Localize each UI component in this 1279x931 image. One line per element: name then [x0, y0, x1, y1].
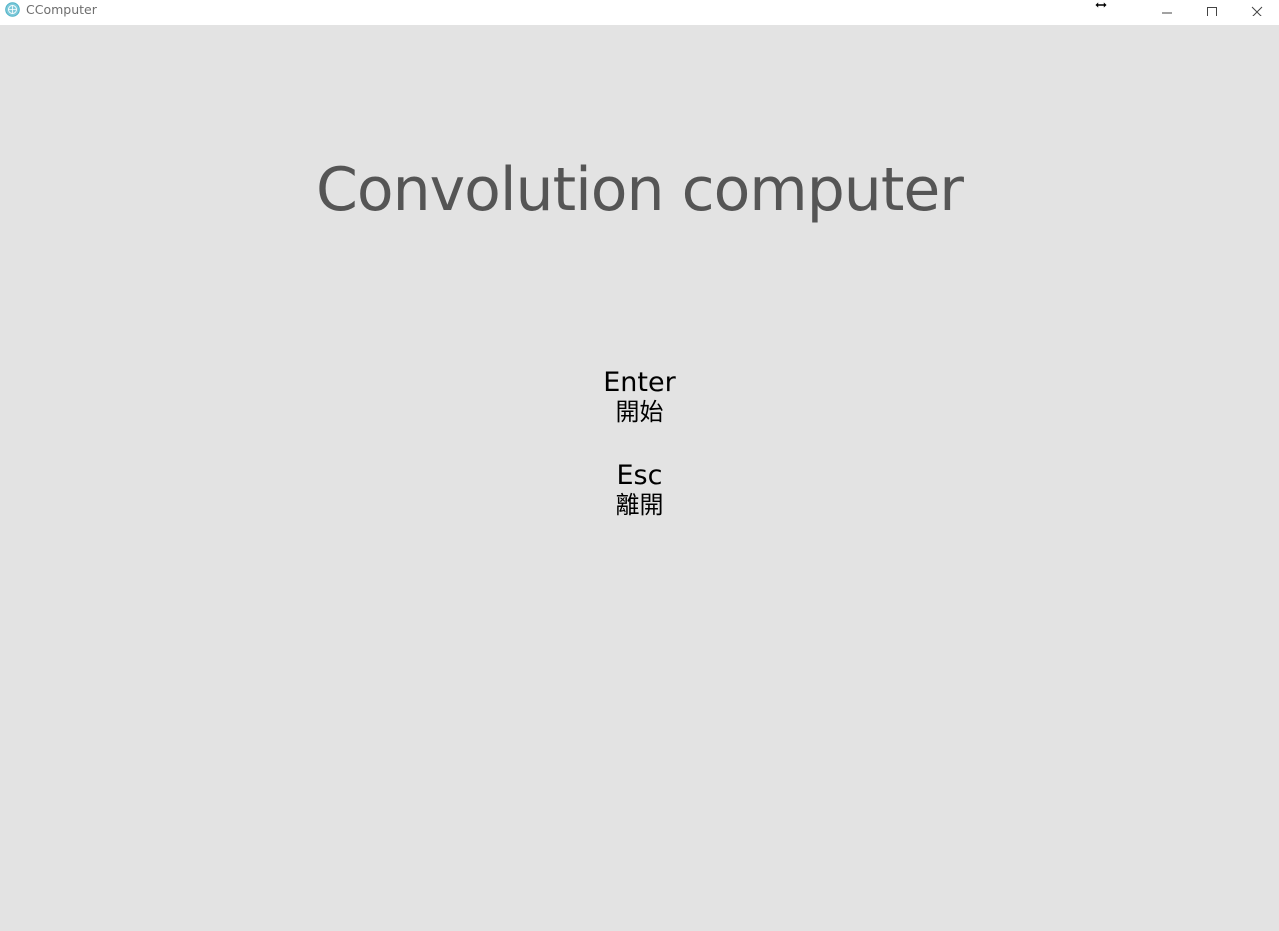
exit-option[interactable]: Esc 離開 [0, 460, 1279, 520]
minimize-icon [1161, 12, 1172, 14]
window-title: CComputer [26, 2, 97, 17]
main-canvas: Convolution computer Enter 開始 Esc 離開 [0, 25, 1279, 931]
horizontal-resize-cursor-icon [1094, 1, 1108, 9]
start-option-label: 開始 [615, 398, 664, 426]
exit-option-label: 離開 [615, 491, 664, 519]
maximize-icon [1206, 7, 1217, 16]
maximize-button[interactable] [1189, 0, 1234, 20]
close-icon [1251, 6, 1262, 16]
globe-app-icon [5, 2, 20, 17]
title-bar[interactable]: CComputer [0, 0, 1279, 25]
exit-key-label: Esc [616, 460, 663, 491]
game-title: Convolution computer [316, 155, 964, 225]
close-button[interactable] [1234, 0, 1279, 20]
start-option[interactable]: Enter 開始 [0, 367, 1279, 427]
start-key-label: Enter [603, 367, 676, 398]
app-window: CComputer Convolution computer Enter 開始 [0, 0, 1279, 931]
minimize-button[interactable] [1144, 0, 1189, 20]
